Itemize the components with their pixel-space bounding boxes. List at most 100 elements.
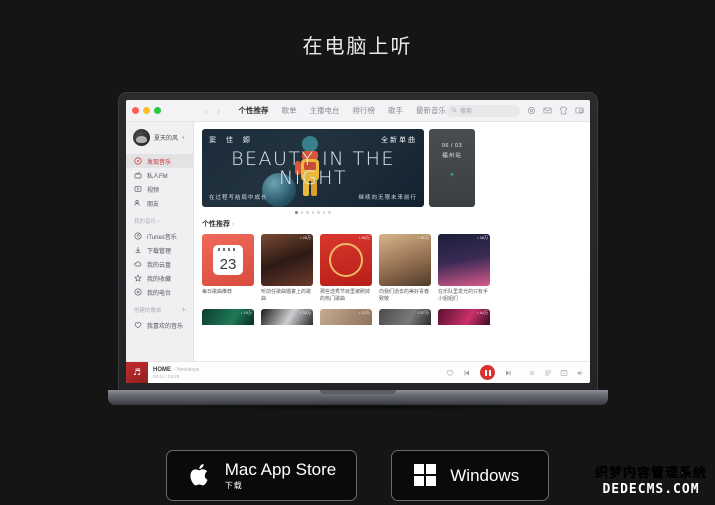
sidebar-section-playlists[interactable]: 创建的歌单 +	[126, 299, 193, 318]
tab-playlists[interactable]: 歌单	[282, 105, 297, 116]
sidebar-item-cloud[interactable]: 我的云盘	[126, 257, 193, 271]
tab-charts[interactable]: 排行榜	[353, 105, 376, 116]
player-right-controls	[528, 369, 584, 377]
card-label: 听前任歌曲婚宴上的歌曲	[261, 288, 312, 303]
sidebar-item-my-radio[interactable]: 我的电台	[126, 285, 193, 299]
sidebar-playlists-nav: 我喜欢的音乐	[126, 318, 193, 332]
watermark: 织梦内容管理系统 DEDECMS.COM	[595, 462, 707, 497]
recommend-card-row: 23 每日歌曲推荐 ♪ 26万 听前任歌曲婚宴上的歌曲 ♪ 86万 那些选秀节目…	[202, 233, 590, 304]
pager-dot[interactable]	[306, 211, 309, 214]
mac-app-store-button[interactable]: Mac App Store 下载	[165, 450, 358, 501]
maximize-button[interactable]	[154, 107, 161, 114]
next-button[interactable]	[504, 369, 512, 377]
sidebar-item-itunes[interactable]: iTunes音乐	[126, 229, 193, 243]
tab-personal-recommend[interactable]: 个性推荐	[239, 105, 269, 116]
add-playlist-button[interactable]: +	[181, 306, 186, 314]
pager-dot[interactable]	[328, 211, 331, 214]
banner-date: 06 / 03	[441, 143, 463, 149]
previous-button[interactable]	[463, 369, 471, 377]
play-count-badge: ♪ 26万	[299, 235, 311, 240]
card-thumbnail[interactable]: ♪ 48万	[438, 233, 490, 286]
volume-icon[interactable]	[576, 369, 584, 377]
recommend-card[interactable]: ♪ 31万 向我们逝去的美好青春致敬	[379, 233, 431, 304]
playlist-icon[interactable]	[544, 369, 552, 377]
sidebar-section-my-music[interactable]: 我的音乐 ›	[126, 210, 193, 229]
back-button[interactable]: ‹	[205, 106, 208, 116]
sidebar-item-label: 我喜欢的音乐	[147, 323, 184, 330]
sidebar: 夏天的风 ▾ 发现音乐 私人FM 视频 朋友 我的音乐 › iTunes音乐 下…	[126, 122, 194, 361]
tab-artists[interactable]: 歌手	[388, 105, 403, 116]
sidebar-item-discover[interactable]: 发现音乐	[126, 154, 193, 168]
card-thumbnail[interactable]: ♪ 31万	[379, 233, 431, 286]
recommend-card[interactable]: ♪ 86万 那些选秀节目里被刷掉的热门歌曲	[320, 233, 372, 304]
sidebar-item-friends[interactable]: 朋友	[126, 196, 193, 210]
banner-headline: BEAUTY IN THE NIGHT	[231, 148, 395, 189]
skin-icon[interactable]	[559, 106, 568, 115]
card-thumbnail[interactable]: ♪ 33万	[261, 308, 313, 325]
tab-radio[interactable]: 主播电台	[310, 105, 340, 116]
app-titlebar: ‹ › 个性推荐 歌单 主播电台 排行榜 歌手 最新音乐 搜索	[126, 100, 590, 122]
chevron-right-icon[interactable]: ›	[232, 221, 234, 228]
close-button[interactable]	[132, 107, 139, 114]
play-count-badge: ♪ 48万	[476, 235, 488, 240]
recommend-card[interactable]: 23 每日歌曲推荐	[202, 233, 254, 304]
laptop-screen: ‹ › 个性推荐 歌单 主播电台 排行榜 歌手 最新音乐 搜索 夏天的风 ▾ 发…	[126, 100, 590, 383]
laptop-mockup: ‹ › 个性推荐 歌单 主播电台 排行榜 歌手 最新音乐 搜索 夏天的风 ▾ 发…	[108, 92, 608, 412]
card-thumbnail[interactable]: ♪ 26万	[261, 233, 313, 286]
loop-icon[interactable]	[528, 369, 536, 377]
avatar	[133, 129, 150, 146]
sidebar-item-label: 下载管理	[147, 248, 172, 255]
card-thumbnail[interactable]: ♪ 57万	[379, 308, 431, 325]
banner-slide-active[interactable]: 窦 佳 嫄 全新单曲 BEAUTY IN THE NIGHT 在过程写结局中成长…	[202, 129, 424, 207]
window-controls[interactable]	[132, 107, 205, 114]
titlebar-right: 搜索	[446, 104, 584, 117]
pause-button[interactable]	[480, 365, 495, 380]
sidebar-item-video[interactable]: 视频	[126, 182, 193, 196]
calendar-icon: 23	[213, 244, 243, 275]
sidebar-item-label: 私人FM	[147, 173, 168, 180]
download-icon	[134, 246, 142, 254]
sidebar-item-favorites[interactable]: 我的收藏	[126, 271, 193, 285]
card-thumbnail[interactable]: 23	[202, 233, 254, 286]
lyrics-icon[interactable]	[560, 369, 568, 377]
windows-download-button[interactable]: Windows	[391, 450, 550, 501]
card-thumbnail[interactable]: ♪ 86万	[320, 233, 372, 286]
sidebar-item-private-fm[interactable]: 私人FM	[126, 168, 193, 182]
pager-dot[interactable]	[311, 211, 315, 214]
gear-icon[interactable]	[527, 106, 536, 115]
card-label: 每日歌曲推荐	[202, 288, 233, 295]
card-thumbnail[interactable]: ♪ 19万	[202, 308, 254, 325]
play-count-badge: ♪ 31万	[417, 235, 429, 240]
section-header-recommend[interactable]: 个性推荐 ›	[202, 219, 590, 229]
carousel-pager[interactable]	[202, 211, 424, 214]
sidebar-item-liked-songs[interactable]: 我喜欢的音乐	[126, 318, 193, 332]
tab-new-music[interactable]: 最新音乐	[416, 105, 446, 116]
recommend-card[interactable]: ♪ 48万 在乐队里发光的只有手小姐姐们	[438, 233, 490, 304]
recommend-card[interactable]: ♪ 26万 听前任歌曲婚宴上的歌曲	[261, 233, 313, 304]
card-thumbnail[interactable]: ♪ 44万	[438, 308, 490, 325]
apple-logo-icon	[187, 461, 213, 489]
pager-dot[interactable]	[300, 211, 304, 214]
mini-window-icon[interactable]	[575, 106, 584, 115]
mail-icon[interactable]	[543, 106, 552, 115]
nav-tabs[interactable]: 个性推荐 歌单 主播电台 排行榜 歌手 最新音乐	[239, 105, 447, 116]
forward-button[interactable]: ›	[217, 106, 220, 116]
minimize-button[interactable]	[143, 107, 150, 114]
like-button[interactable]	[446, 369, 454, 377]
banner-slide-next[interactable]: 06 / 03 福州站 ✦	[429, 129, 475, 207]
user-profile[interactable]: 夏天的风 ▾	[126, 129, 193, 154]
pager-dot[interactable]	[322, 211, 326, 214]
card-label: 向我们逝去的美好青春致敬	[379, 288, 430, 303]
video-icon	[134, 185, 142, 193]
search-input[interactable]: 搜索	[446, 104, 520, 117]
banner-carousel[interactable]: 窦 佳 嫄 全新单曲 BEAUTY IN THE NIGHT 在过程写结局中成长…	[202, 129, 590, 207]
sidebar-item-downloads[interactable]: 下载管理	[126, 243, 193, 257]
pager-dot[interactable]	[317, 211, 320, 214]
search-icon	[451, 106, 457, 115]
card-thumbnail[interactable]: ♪ 12万	[320, 308, 372, 325]
nav-arrows[interactable]: ‹ ›	[205, 106, 235, 116]
play-count-badge: ♪ 33万	[299, 310, 311, 315]
album-cover[interactable]: ♬	[126, 361, 148, 383]
pager-dot[interactable]	[295, 211, 298, 214]
chevron-down-icon[interactable]: ▾	[182, 135, 185, 141]
